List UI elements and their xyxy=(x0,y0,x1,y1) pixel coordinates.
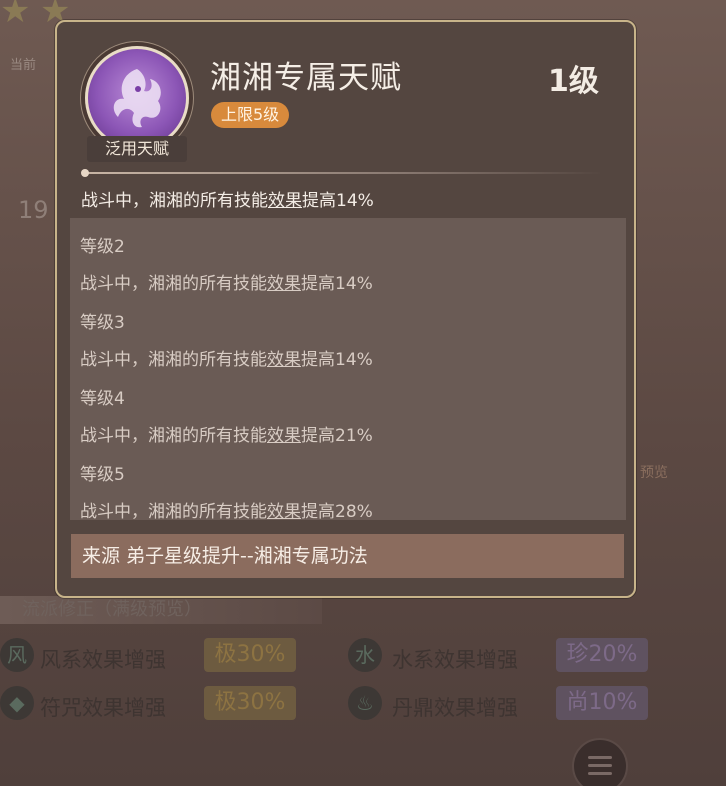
level-label: 等级2 xyxy=(80,237,125,257)
water-icon: 水 xyxy=(348,638,382,672)
list-item: 等级4 战斗中，湘湘的所有技能效果提高21% xyxy=(80,384,373,446)
level-label: 等级3 xyxy=(80,313,125,333)
talent-type-caption: 泛用天赋 xyxy=(87,136,187,162)
menu-icon-line xyxy=(588,764,612,767)
effect-text-part: 提高14% xyxy=(302,191,374,211)
bg-number: 19 xyxy=(18,196,49,224)
bg-stat-value: 珍20% xyxy=(556,638,648,672)
menu-icon xyxy=(588,756,612,759)
effect-text-part: 提高14% xyxy=(301,350,373,370)
effect-keyword-link[interactable]: 效果 xyxy=(268,191,302,211)
effect-text-part: 战斗中，湘湘的所有技能 xyxy=(80,502,267,522)
level-effect-text: 战斗中，湘湘的所有技能效果提高28% xyxy=(80,497,373,522)
cauldron-icon: ♨ xyxy=(348,686,382,720)
bg-stat-label: 风系效果增强 xyxy=(40,648,166,672)
level-effect-text: 战斗中，湘湘的所有技能效果提高14% xyxy=(80,269,373,294)
menu-button[interactable] xyxy=(572,738,628,786)
divider xyxy=(83,172,603,174)
talent-detail-dialog: 泛用天赋 湘湘专属天赋 1级 上限5级 战斗中，湘湘的所有技能效果提高14% 等… xyxy=(55,20,636,598)
level-upgrade-list: 等级2 战斗中，湘湘的所有技能效果提高14% 等级3 战斗中，湘湘的所有技能效果… xyxy=(70,218,626,522)
effect-keyword-link[interactable]: 效果 xyxy=(267,350,301,370)
talisman-icon: ◆ xyxy=(0,686,34,720)
bg-stat-label: 符咒效果增强 xyxy=(40,696,166,720)
divider-dot xyxy=(81,169,89,177)
effect-text-part: 提高21% xyxy=(301,426,373,446)
list-item: 等级2 战斗中，湘湘的所有技能效果提高14% xyxy=(80,232,373,294)
talent-name: 湘湘专属天赋 xyxy=(210,60,402,96)
list-item: 等级3 战斗中，湘湘的所有技能效果提高14% xyxy=(80,308,373,370)
bg-stat-value: 尚10% xyxy=(556,686,648,720)
level-label: 等级5 xyxy=(80,465,125,485)
level-limit-badge: 上限5级 xyxy=(211,102,290,128)
effect-text-part: 战斗中，湘湘的所有技能 xyxy=(81,191,268,211)
bg-label-current: 当前 xyxy=(10,58,37,73)
talent-icon xyxy=(85,46,189,150)
effect-keyword-link[interactable]: 效果 xyxy=(267,426,301,446)
effect-text-part: 战斗中，湘湘的所有技能 xyxy=(80,274,267,294)
bg-section-title: 流派修正（满级预览） xyxy=(0,596,322,624)
star-icon: ★ xyxy=(0,0,31,31)
effect-text-part: 提高14% xyxy=(301,274,373,294)
phoenix-icon xyxy=(113,69,161,128)
bg-stat-row: ◆ 符咒效果增强 极30% ♨ 丹鼎效果增强 尚10% xyxy=(0,684,660,724)
bg-stat-value: 极30% xyxy=(204,686,296,720)
level-effect-text: 战斗中，湘湘的所有技能效果提高14% xyxy=(80,345,373,370)
bg-stat-label: 水系效果增强 xyxy=(392,648,518,672)
effect-keyword-link[interactable]: 效果 xyxy=(267,274,301,294)
bg-stat-label: 丹鼎效果增强 xyxy=(392,696,518,720)
effect-keyword-link[interactable]: 效果 xyxy=(267,502,301,522)
list-item: 等级5 战斗中，湘湘的所有技能效果提高28% xyxy=(80,460,373,522)
effect-text-part: 提高28% xyxy=(301,502,373,522)
menu-icon-line xyxy=(588,772,612,775)
bg-preview-label: 预览 xyxy=(640,465,668,481)
effect-text-part: 战斗中，湘湘的所有技能 xyxy=(80,426,267,446)
source-info-bar: 来源 弟子星级提升--湘湘专属功法 xyxy=(71,534,624,578)
bg-stat-row: 风 风系效果增强 极30% 水 水系效果增强 珍20% xyxy=(0,636,660,676)
wind-icon: 风 xyxy=(0,638,34,672)
current-effect-text: 战斗中，湘湘的所有技能效果提高14% xyxy=(81,186,374,211)
talent-level: 1级 xyxy=(548,64,599,99)
bg-stat-value: 极30% xyxy=(204,638,296,672)
level-effect-text: 战斗中，湘湘的所有技能效果提高21% xyxy=(80,421,373,446)
effect-text-part: 战斗中，湘湘的所有技能 xyxy=(80,350,267,370)
level-label: 等级4 xyxy=(80,389,125,409)
